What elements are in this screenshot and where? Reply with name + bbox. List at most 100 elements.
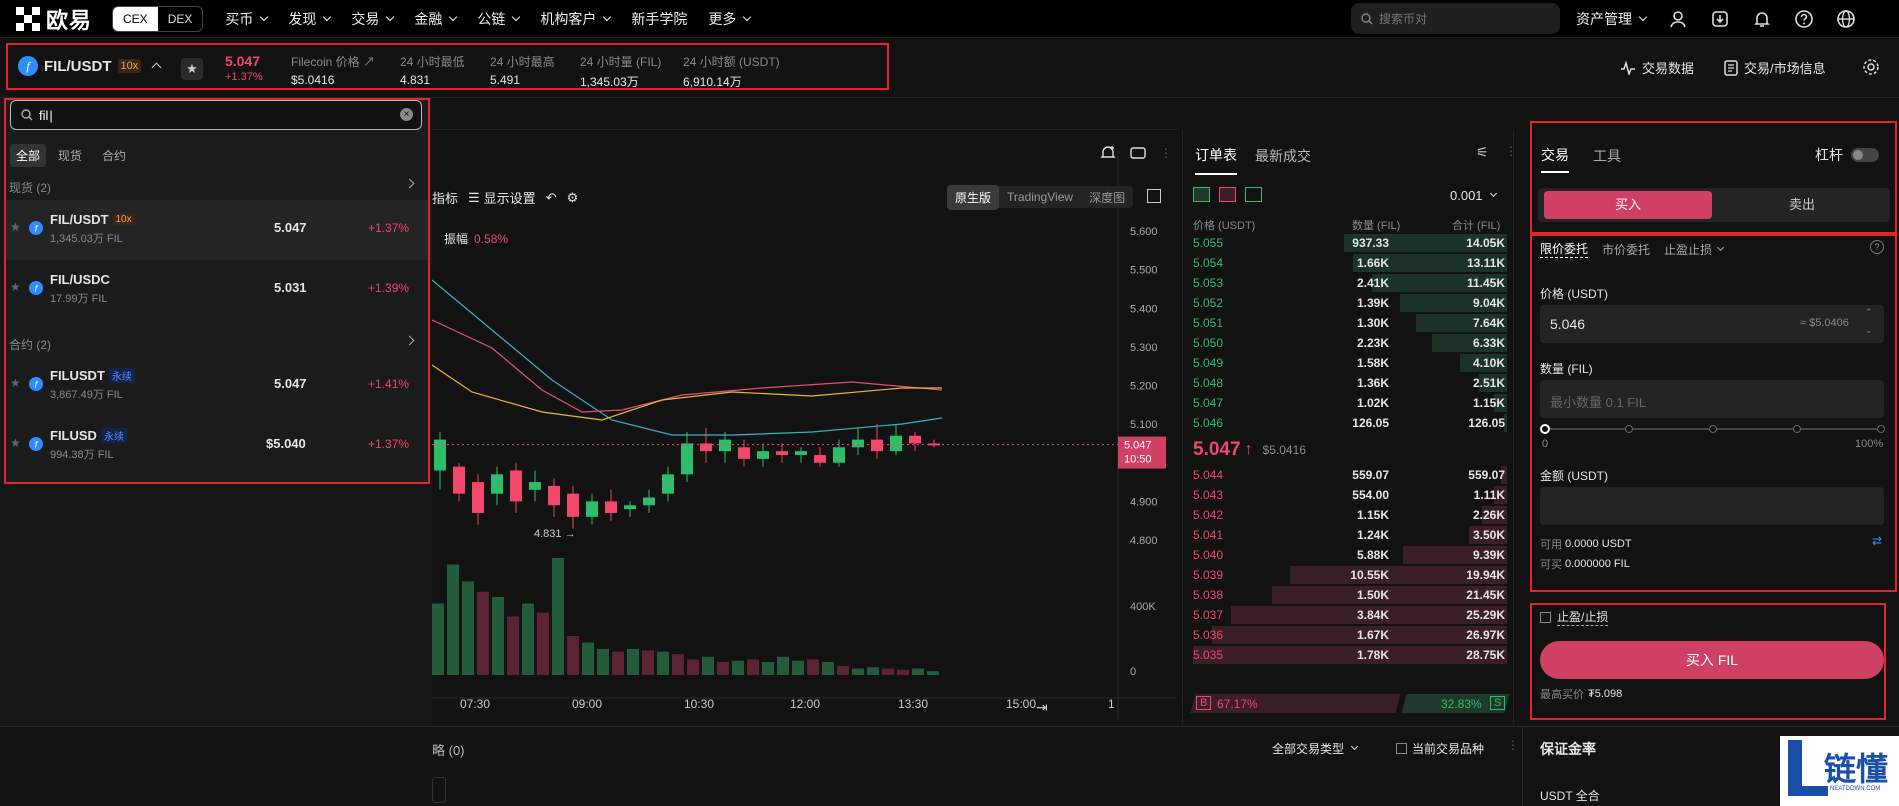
orderbook-row[interactable]: 5.039 10.55K 19.94K: [1193, 565, 1507, 585]
nav-item-institution[interactable]: 机构客户: [540, 9, 612, 29]
list-item[interactable]: ★ f FIL/USDT 10x 1,345.03万 FIL 5.047 +1.…: [6, 200, 431, 260]
view-both-icon[interactable]: [1193, 187, 1210, 202]
tab-latest-trades[interactable]: 最新成交: [1255, 146, 1311, 174]
nav-item-buy[interactable]: 买币: [225, 9, 269, 29]
cex-tab[interactable]: CEX: [113, 6, 158, 31]
slider-tick[interactable]: [1877, 425, 1885, 433]
more-icon[interactable]: ⋮: [1505, 144, 1517, 158]
indicators-button[interactable]: 指标: [432, 188, 458, 207]
chart-settings-icon[interactable]: ⚙: [567, 190, 579, 206]
clear-search-icon[interactable]: ×: [400, 108, 413, 121]
depth-chart-tab[interactable]: 深度图: [1081, 185, 1133, 210]
star-icon[interactable]: ★: [10, 376, 21, 390]
dex-tab[interactable]: DEX: [158, 7, 203, 31]
pair-selector[interactable]: f FIL/USDT 10x: [18, 56, 166, 76]
more-icon[interactable]: ⋮: [1160, 146, 1172, 160]
strategy-tab[interactable]: 略 (0): [432, 740, 465, 759]
slider-tick[interactable]: [1793, 425, 1801, 433]
bottom-filter-chip[interactable]: [432, 777, 446, 803]
view-asks-icon[interactable]: [1219, 187, 1236, 202]
alert-add-icon[interactable]: [1100, 145, 1116, 161]
slider-tick[interactable]: [1625, 425, 1633, 433]
list-item[interactable]: ★ f FIL/USDC 17.99万 FIL 5.031 +1.39%: [6, 260, 431, 320]
current-pair-checkbox[interactable]: 当前交易品种: [1396, 740, 1484, 757]
layout-icon[interactable]: [1130, 146, 1146, 160]
star-icon[interactable]: ★: [10, 220, 21, 234]
star-icon[interactable]: ★: [10, 436, 21, 450]
view-bids-icon[interactable]: [1245, 187, 1262, 202]
chevron-right-icon[interactable]: [404, 178, 415, 189]
orderbook-row[interactable]: 5.051 1.30K 7.64K: [1193, 313, 1507, 333]
filter-settings-icon[interactable]: ⚟: [1476, 144, 1489, 161]
nav-item-trade[interactable]: 交易: [351, 9, 395, 29]
stepper-up-icon[interactable]: ⌃: [1865, 307, 1873, 318]
nav-item-academy[interactable]: 新手学院: [631, 9, 687, 29]
star-icon[interactable]: ★: [10, 280, 21, 294]
nav-item-chain[interactable]: 公链: [477, 9, 521, 29]
tab-all[interactable]: 全部: [10, 144, 47, 167]
native-view-tab[interactable]: 原生版: [947, 184, 1000, 210]
orderbook-row[interactable]: 5.041 1.24K 3.50K: [1193, 525, 1507, 545]
more-icon[interactable]: ⋮: [1507, 738, 1519, 752]
nav-item-discover[interactable]: 发现: [288, 9, 332, 29]
orderbook-row[interactable]: 5.036 1.67K 26.97K: [1193, 625, 1507, 645]
tab-contract[interactable]: 合约: [94, 144, 134, 167]
candlestick-chart[interactable]: 5.600 5.500 5.400 5.300 5.200 5.100 4.900 4.800…: [432, 130, 1177, 725]
tpsl-checkbox[interactable]: 止盈/止损: [1540, 608, 1609, 626]
slider-handle[interactable]: [1540, 424, 1550, 434]
tab-tools[interactable]: 工具: [1593, 146, 1621, 172]
dropdown-search-input[interactable]: fil | ×: [10, 100, 422, 130]
info-icon[interactable]: ?: [1870, 240, 1884, 254]
qty-input[interactable]: 最小数量 0.1 FIL: [1540, 380, 1884, 418]
slider-tick[interactable]: [1709, 425, 1717, 433]
nav-item-more[interactable]: 更多: [708, 9, 752, 29]
list-item[interactable]: ★ f FILUSD 永续 994.38万 FIL $5.040 +1.37%: [6, 416, 431, 476]
bell-icon[interactable]: [1752, 9, 1772, 29]
user-icon[interactable]: [1668, 9, 1688, 29]
orderbook-row[interactable]: 5.042 1.15K 2.26K: [1193, 505, 1507, 525]
all-trade-types-select[interactable]: 全部交易类型: [1272, 740, 1359, 757]
buy-fil-button[interactable]: 买入 FIL: [1540, 641, 1884, 679]
replay-icon[interactable]: ↶: [546, 190, 557, 206]
market-order-tab[interactable]: 市价委托: [1602, 241, 1650, 258]
orderbook-row[interactable]: 5.049 1.58K 4.10K: [1193, 353, 1507, 373]
ticker-stat[interactable]: Filecoin 价格 ↗ $5.0416: [291, 53, 375, 87]
display-settings-button[interactable]: ☰ 显示设置: [468, 188, 536, 207]
market-info-link[interactable]: 交易/市场信息: [1724, 58, 1826, 77]
leverage-switch[interactable]: [1851, 148, 1879, 162]
sell-tab[interactable]: 卖出: [1718, 191, 1886, 219]
price-input[interactable]: 5.046 ≈ $5.0406 ⌃ ⌄: [1540, 305, 1884, 343]
chevron-right-icon[interactable]: [404, 335, 415, 346]
tradingview-tab[interactable]: TradingView: [999, 186, 1081, 208]
transfer-icon[interactable]: ⇄: [1872, 534, 1882, 548]
orderbook-row[interactable]: 5.050 2.23K 6.33K: [1193, 333, 1507, 353]
stepper-down-icon[interactable]: ⌄: [1865, 325, 1873, 336]
trading-data-link[interactable]: 交易数据: [1620, 58, 1694, 77]
nav-item-finance[interactable]: 金融: [414, 9, 458, 29]
orderbook-row[interactable]: 5.038 1.50K 21.45K: [1193, 585, 1507, 605]
orderbook-row[interactable]: 5.054 1.66K 13.11K: [1193, 253, 1507, 273]
favorite-star-icon[interactable]: ★: [181, 58, 203, 80]
globe-icon[interactable]: [1836, 9, 1856, 29]
asset-management-menu[interactable]: 资产管理: [1576, 9, 1648, 29]
tab-spot[interactable]: 现货: [50, 144, 90, 167]
orderbook-row[interactable]: 5.052 1.39K 9.04K: [1193, 293, 1507, 313]
logo[interactable]: 欧易: [16, 3, 92, 35]
download-icon[interactable]: [1710, 9, 1730, 29]
fullscreen-icon[interactable]: [1147, 189, 1161, 203]
precision-select[interactable]: 0.001: [1450, 188, 1497, 203]
orderbook-row[interactable]: 5.046 126.05 126.05: [1193, 413, 1507, 433]
amount-input[interactable]: [1540, 487, 1884, 525]
pair-search-input[interactable]: 搜索币对: [1351, 3, 1560, 34]
help-icon[interactable]: [1794, 9, 1814, 29]
orderbook-row[interactable]: 5.044 559.07 559.07: [1193, 465, 1507, 485]
tab-trade[interactable]: 交易: [1541, 145, 1569, 173]
buy-tab[interactable]: 买入: [1544, 191, 1712, 219]
orderbook-row[interactable]: 5.043 554.00 1.11K: [1193, 485, 1507, 505]
list-item[interactable]: ★ f FILUSDT 永续 3,867.49万 FIL 5.047 +1.41…: [6, 356, 431, 416]
orderbook-row[interactable]: 5.047 1.02K 1.15K: [1193, 393, 1507, 413]
limit-order-tab[interactable]: 限价委托: [1540, 240, 1589, 258]
orderbook-row[interactable]: 5.048 1.36K 2.51K: [1193, 373, 1507, 393]
tab-order-book[interactable]: 订单表: [1195, 145, 1237, 175]
orderbook-row[interactable]: 5.040 5.88K 9.39K: [1193, 545, 1507, 565]
